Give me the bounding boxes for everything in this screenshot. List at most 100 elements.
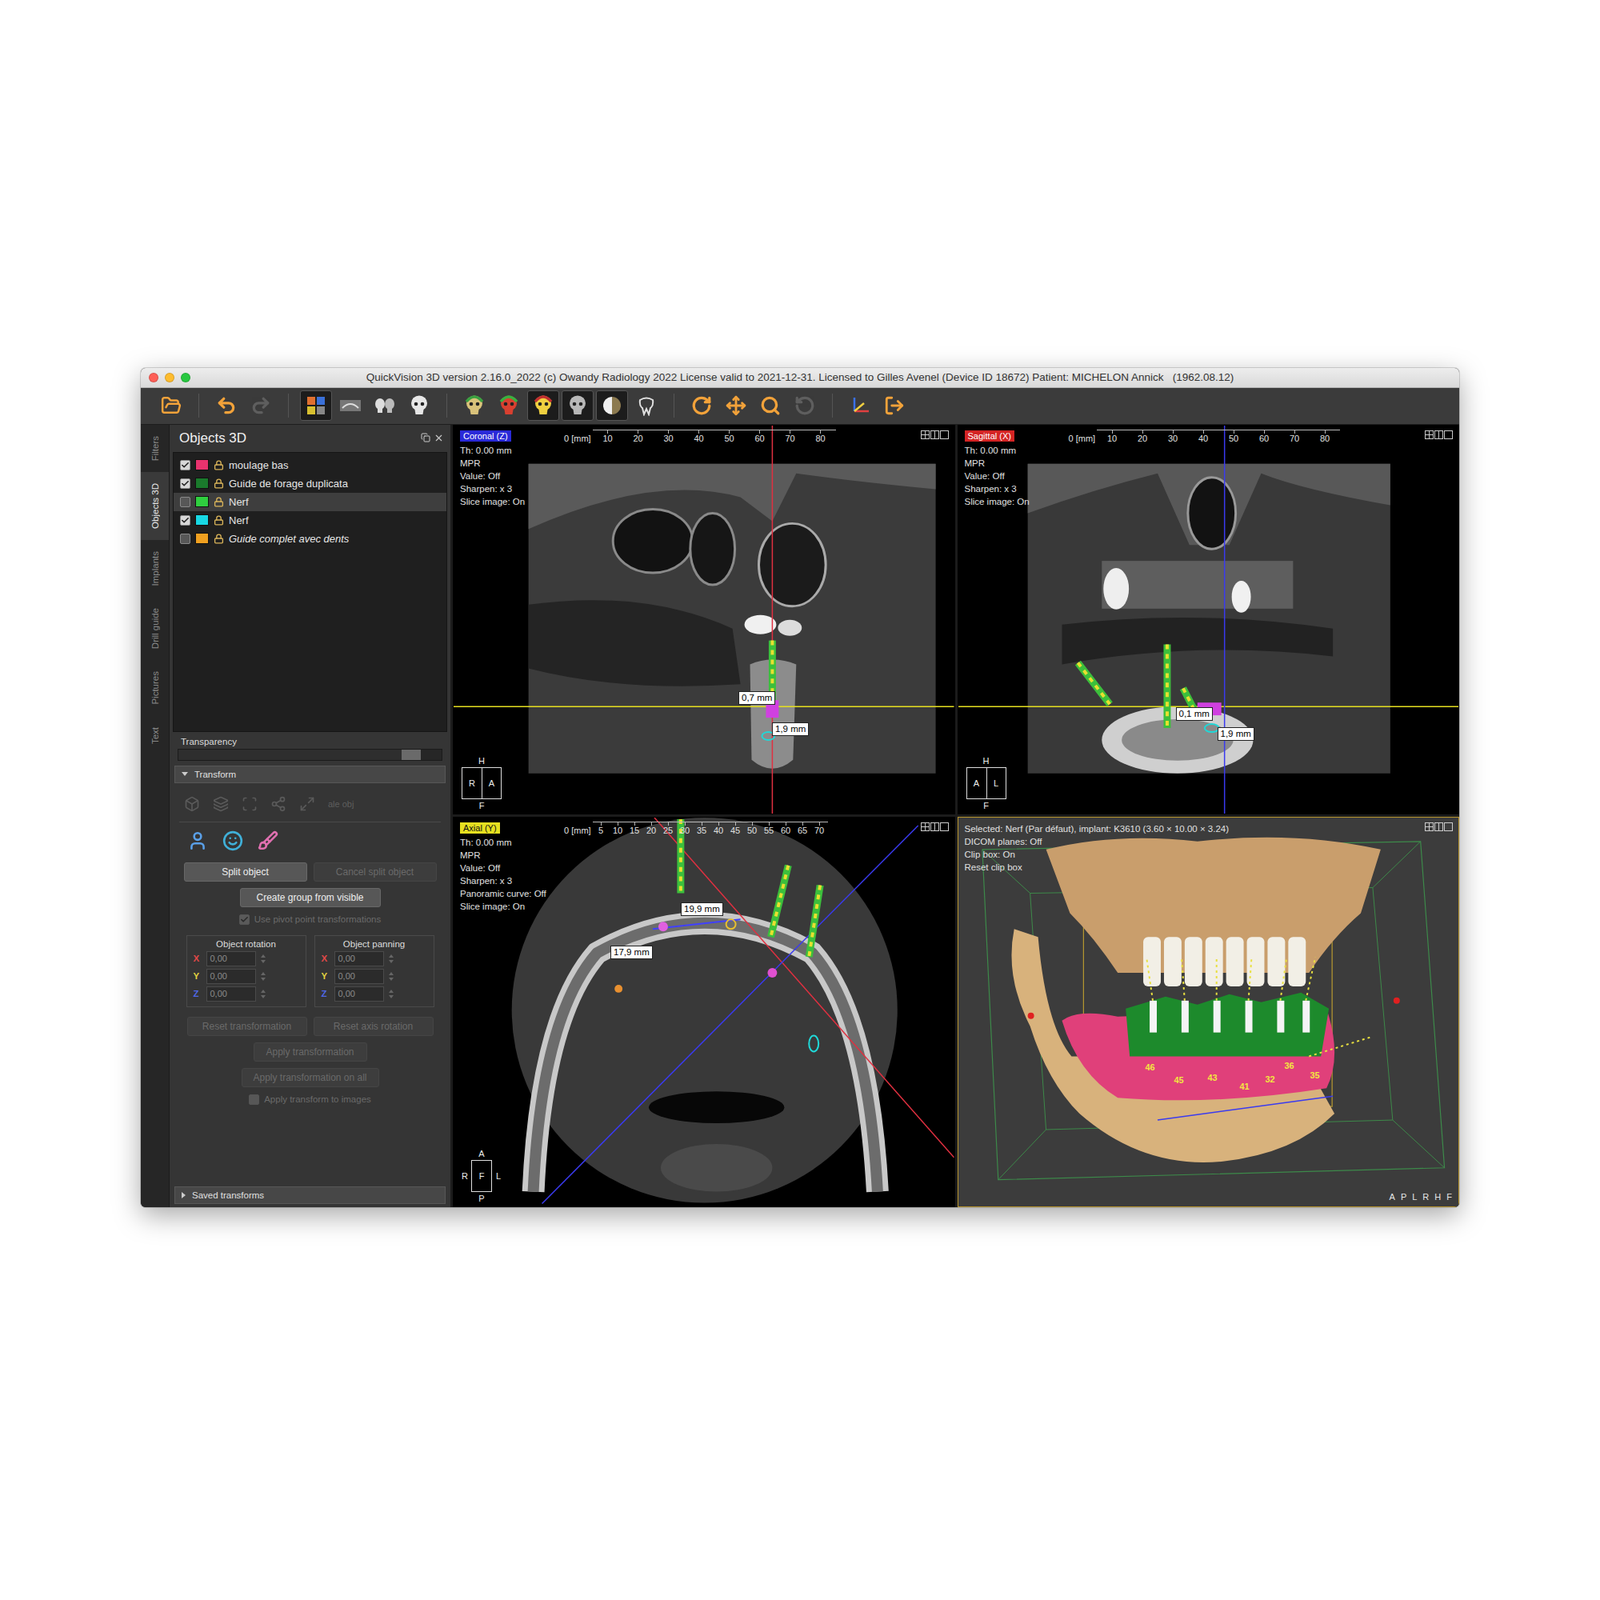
close-icon[interactable] <box>433 432 444 444</box>
view-layout-icon[interactable] <box>920 430 950 440</box>
color-swatch[interactable] <box>195 459 209 471</box>
head-red-button[interactable] <box>492 390 525 421</box>
measure-label[interactable]: 1,9 mm <box>1217 727 1255 741</box>
split-button[interactable]: Cancel split object <box>313 862 437 882</box>
view-layout-icon[interactable] <box>1424 822 1454 832</box>
axial-slice-image[interactable] <box>453 817 955 1207</box>
saved-transforms-section[interactable]: Saved transforms <box>174 1186 446 1204</box>
lock-icon[interactable] <box>213 515 224 526</box>
apply-images-row[interactable]: Apply transform to images <box>172 1090 448 1109</box>
view-direction-button[interactable]: H <box>1434 1192 1441 1202</box>
apply-button[interactable]: Apply transformation <box>253 1042 368 1062</box>
spinner[interactable] <box>388 954 394 964</box>
3d-model-render[interactable] <box>958 817 1460 1207</box>
create-group-button[interactable]: Create group from visible <box>240 888 381 908</box>
layout-button[interactable] <box>300 390 332 421</box>
apply-images-checkbox[interactable] <box>248 1094 260 1105</box>
spinner[interactable] <box>260 972 266 981</box>
slider-handle[interactable] <box>401 749 421 760</box>
reset-button[interactable] <box>788 390 821 421</box>
layout-switch[interactable] <box>920 428 950 444</box>
object-row[interactable]: moulage bas <box>173 456 447 475</box>
rotate-button[interactable] <box>685 390 718 421</box>
side-tab[interactable]: Filters <box>140 424 169 472</box>
skulls-button[interactable] <box>368 390 401 421</box>
object-row[interactable]: Nerf <box>173 511 447 530</box>
number-field[interactable]: 0,00 <box>334 986 384 1002</box>
exit-button[interactable] <box>878 390 911 421</box>
tooth-button[interactable] <box>630 390 663 421</box>
paint-icon[interactable] <box>257 830 279 852</box>
view-layout-icon[interactable] <box>920 822 950 832</box>
lock-user-icon[interactable] <box>187 830 208 852</box>
side-tab[interactable]: Implants <box>140 540 169 597</box>
coronal-slice-image[interactable] <box>453 425 955 815</box>
view-layout-icon[interactable] <box>1424 430 1454 440</box>
visibility-checkbox[interactable] <box>180 478 191 489</box>
pivot-checkbox-row[interactable]: Use pivot point transformations <box>172 910 448 929</box>
side-tab[interactable]: Objects 3D <box>140 472 169 540</box>
color-swatch[interactable] <box>195 532 209 544</box>
layout-switch[interactable] <box>920 820 950 836</box>
spinner[interactable] <box>260 954 266 964</box>
split-button[interactable]: Split object <box>184 862 308 882</box>
color-swatch[interactable] <box>195 496 209 508</box>
view-direction-button[interactable]: F <box>1446 1192 1452 1202</box>
axes-button[interactable] <box>844 390 876 421</box>
number-field[interactable]: 0,00 <box>206 968 256 984</box>
head-gray-button[interactable] <box>561 390 594 421</box>
move-button[interactable] <box>720 390 752 421</box>
sagittal-view[interactable]: 0 [mm]1020304050607080Sagittal (X)Th: 0.… <box>957 424 1460 816</box>
redo-button[interactable] <box>244 390 277 421</box>
orientation-cube[interactable]: HRAF <box>461 756 502 811</box>
measure-label[interactable]: 0,1 mm <box>1176 707 1213 721</box>
transparency-slider[interactable] <box>177 748 443 761</box>
undock-icon[interactable] <box>420 432 431 443</box>
3d-view[interactable]: Selected: Nerf (Par défaut), implant: K3… <box>957 816 1460 1208</box>
zoom-button[interactable] <box>754 390 787 421</box>
coronal-view[interactable]: 0 [mm]1020304050607080Coronal (Z)Th: 0.0… <box>452 424 956 816</box>
panorama-button[interactable] <box>334 390 367 421</box>
orientation-cube[interactable]: HALF <box>966 756 1007 811</box>
spinner[interactable] <box>388 989 394 999</box>
undo-button[interactable] <box>210 390 243 421</box>
layout-switch[interactable] <box>1424 428 1454 444</box>
lock-icon[interactable] <box>213 460 224 471</box>
zoom-button[interactable] <box>180 372 191 383</box>
spinner[interactable] <box>388 972 394 981</box>
half-button[interactable] <box>596 390 628 421</box>
measure-label[interactable]: 17,9 mm <box>610 945 653 960</box>
number-field[interactable]: 0,00 <box>206 986 256 1002</box>
visibility-checkbox[interactable] <box>180 496 191 508</box>
number-field[interactable]: 0,00 <box>334 951 384 967</box>
transform-section[interactable]: Transform <box>174 765 446 784</box>
close-button[interactable] <box>148 372 159 383</box>
orientation-cube[interactable]: ARFLP <box>461 1148 502 1204</box>
visibility-checkbox[interactable] <box>180 460 191 471</box>
measure-label[interactable]: 19,9 mm <box>680 902 724 916</box>
layout-switch[interactable] <box>1424 820 1454 836</box>
open-button[interactable] <box>155 390 188 421</box>
lock-icon[interactable] <box>213 496 224 508</box>
sagittal-slice-image[interactable] <box>958 425 1460 815</box>
number-field[interactable]: 0,00 <box>206 951 256 967</box>
measure-label[interactable]: 1,9 mm <box>772 722 809 736</box>
visibility-checkbox[interactable] <box>180 515 191 526</box>
object-row[interactable]: Guide de forage duplicata <box>173 474 447 493</box>
spinner[interactable] <box>260 989 266 999</box>
lock-face-icon[interactable] <box>222 830 244 852</box>
measure-label[interactable]: 0,7 mm <box>738 691 776 705</box>
color-swatch[interactable] <box>195 477 209 489</box>
view-direction-button[interactable]: P <box>1400 1192 1407 1202</box>
pivot-checkbox[interactable] <box>239 914 250 925</box>
number-field[interactable]: 0,00 <box>334 968 384 984</box>
skull-button[interactable] <box>403 390 436 421</box>
object-row[interactable]: Guide complet avec dents <box>173 529 447 548</box>
side-tab[interactable]: Text <box>140 716 169 756</box>
apply-button[interactable]: Apply transformation on all <box>241 1068 380 1088</box>
minimize-button[interactable] <box>164 372 175 383</box>
side-tab[interactable]: Pictures <box>140 660 169 716</box>
view-direction-button[interactable]: A <box>1389 1192 1396 1202</box>
color-swatch[interactable] <box>195 514 209 526</box>
head-yellow-button[interactable] <box>527 390 560 421</box>
